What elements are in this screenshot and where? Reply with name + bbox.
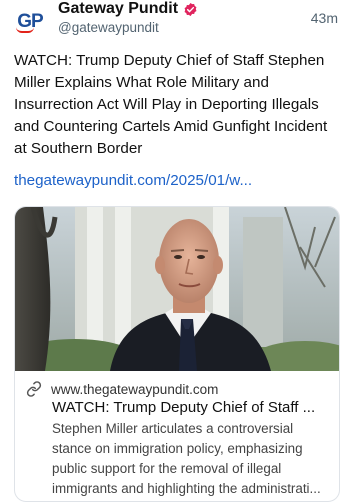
account-name-row[interactable]: Gateway Pundit xyxy=(58,0,198,18)
post[interactable]: GP Gateway Pundit @gatewaypundit 43m WAT… xyxy=(0,0,352,502)
card-domain-row[interactable]: www.thegatewaypundit.com xyxy=(26,381,218,397)
avatar[interactable]: GP xyxy=(12,4,48,40)
account-handle[interactable]: @gatewaypundit xyxy=(58,20,159,35)
post-timestamp[interactable]: 43m xyxy=(311,10,338,26)
link-preview-card[interactable]: www.thegatewaypundit.com WATCH: Trump De… xyxy=(14,206,340,502)
post-link[interactable]: thegatewaypundit.com/2025/01/w... xyxy=(14,172,252,189)
card-domain: www.thegatewaypundit.com xyxy=(51,381,219,397)
card-title[interactable]: WATCH: Trump Deputy Chief of Staff ... xyxy=(52,399,334,416)
verified-badge-icon xyxy=(183,2,198,17)
account-name[interactable]: Gateway Pundit xyxy=(58,0,178,18)
card-description: Stephen Miller articulates a controversi… xyxy=(52,421,321,496)
post-text: WATCH: Trump Deputy Chief of Staff Steph… xyxy=(14,52,328,157)
card-image[interactable] xyxy=(15,207,339,371)
link-icon xyxy=(26,381,42,397)
